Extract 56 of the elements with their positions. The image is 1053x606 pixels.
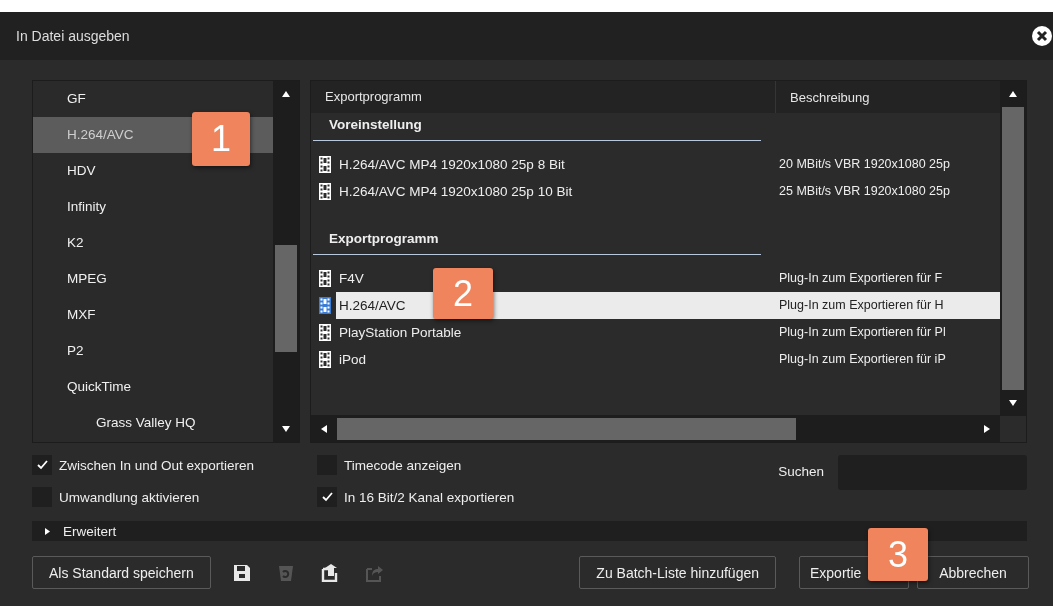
step-callout-tooltip: 2 — [433, 268, 493, 319]
close-icon[interactable] — [1032, 26, 1052, 46]
scrollbar[interactable] — [1000, 81, 1026, 416]
add-to-batch-button[interactable]: Zu Batch-Liste hinzufügen — [579, 556, 776, 589]
checkbox[interactable] — [317, 487, 337, 507]
expand-icon — [44, 527, 51, 535]
table-row[interactable]: PlayStation Portable — [336, 319, 769, 346]
save-default-button[interactable]: Als Standard speichern — [32, 556, 211, 589]
checkbox[interactable] — [32, 455, 52, 475]
table-cell: Plug-In zum Exportieren für H — [769, 292, 1000, 319]
list-item[interactable]: Infinity — [33, 189, 273, 225]
list-item[interactable]: Grass Valley HQ — [33, 405, 273, 441]
scroll-down-icon — [1009, 399, 1017, 407]
scroll-left-icon — [320, 424, 328, 433]
scroll-down-icon — [282, 425, 290, 433]
table-cell-text: 20 MBit/s VBR 1920x1080 25p — [778, 156, 951, 173]
table-cell-text: Plug-In zum Exportieren für Pl — [778, 324, 947, 341]
film-icon — [319, 297, 331, 314]
checkmark-icon — [36, 460, 48, 470]
scroll-up-icon — [1009, 90, 1017, 98]
group-heading: Exportprogramm — [328, 230, 440, 248]
film-icon — [319, 156, 331, 173]
checkbox-label: Umwandlung aktivieren — [59, 489, 200, 505]
list-item[interactable]: K2 — [33, 225, 273, 261]
checkmark-icon — [321, 492, 333, 502]
table-cell-text: 25 MBit/s VBR 1920x1080 25p — [778, 183, 951, 200]
list-item[interactable]: MPEG — [33, 261, 273, 297]
scrollbar[interactable] — [273, 81, 299, 442]
table-cell-text: Plug-In zum Exportieren für F — [778, 270, 944, 287]
film-icon — [319, 270, 331, 287]
checkbox-label: Zwischen In und Out exportieren — [59, 457, 255, 473]
window-title: In Datei ausgeben — [16, 28, 130, 44]
table-row[interactable]: iPod — [336, 346, 769, 373]
search-label: Suchen — [778, 464, 824, 479]
checkbox-label: Timecode anzeigen — [344, 457, 462, 473]
import-icon[interactable] — [320, 563, 339, 582]
cancel-button[interactable]: Abbrechen — [917, 556, 1029, 589]
list-item[interactable]: MXF — [33, 297, 273, 333]
list-item[interactable]: P2 — [33, 333, 273, 369]
film-icon — [319, 324, 331, 341]
scrollbar[interactable] — [311, 415, 1000, 442]
scroll-up-icon — [282, 90, 290, 98]
column-header[interactable]: Exportprogramm — [311, 81, 776, 113]
film-icon — [319, 183, 331, 200]
advanced-bar[interactable]: Erweitert — [32, 521, 1027, 541]
scroll-right-icon — [983, 424, 991, 433]
checkbox-label: In 16 Bit/2 Kanal exportieren — [344, 489, 515, 505]
group-heading: Voreinstellung — [328, 116, 423, 134]
table-row[interactable]: H.264/AVC MP4 1920x1080 25p 8 Bit — [336, 151, 769, 178]
column-header[interactable]: Beschreibung — [776, 89, 870, 105]
film-icon — [319, 351, 331, 368]
table-row[interactable]: H.264/AVC MP4 1920x1080 25p 10 Bit — [336, 178, 769, 205]
step-callout-tooltip: 3 — [868, 528, 928, 581]
table-cell-text: Plug-In zum Exportieren für iP — [778, 351, 947, 368]
list-item[interactable]: QuickTime — [33, 369, 273, 405]
step-callout-tooltip: 1 — [192, 112, 250, 166]
